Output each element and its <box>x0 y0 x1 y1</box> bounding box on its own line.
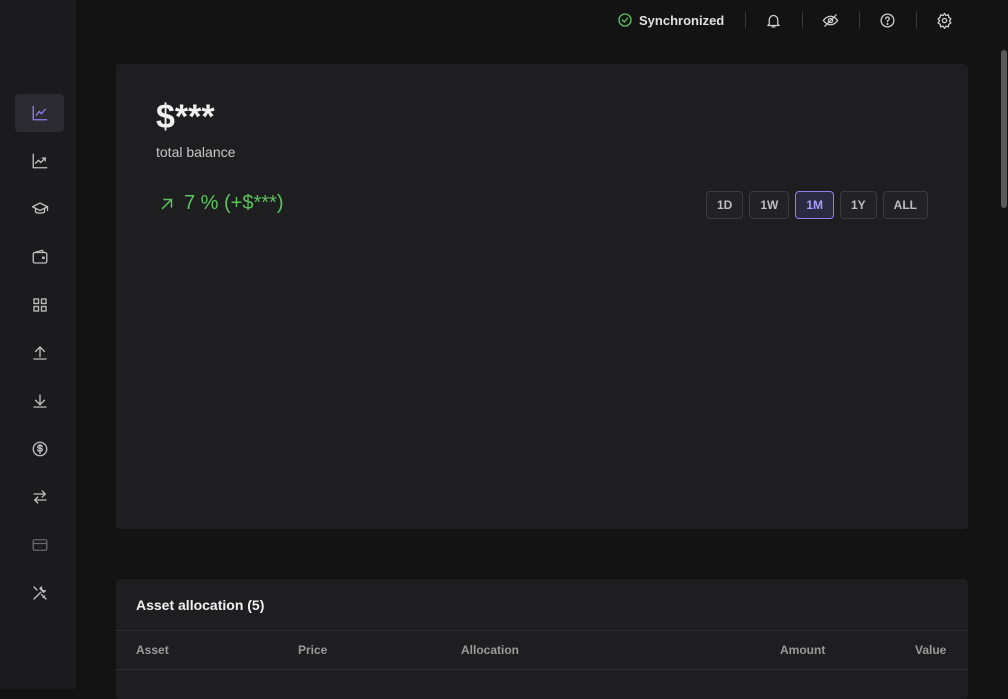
trending-chart-icon <box>32 153 47 169</box>
download-icon <box>32 394 47 408</box>
sidebar-item-send[interactable] <box>15 334 64 372</box>
bell-icon <box>766 14 780 28</box>
card-icon <box>32 539 47 551</box>
column-amount[interactable]: Amount <box>780 643 825 657</box>
sidebar-item-apps[interactable] <box>15 286 64 324</box>
sidebar <box>0 0 76 689</box>
scrollbar[interactable] <box>1000 50 1008 208</box>
help-icon <box>879 12 895 28</box>
check-circle-icon <box>618 13 632 27</box>
range-1m-button[interactable]: 1M <box>795 191 834 219</box>
range-1d-button[interactable]: 1D <box>705 191 744 219</box>
line-chart-icon <box>32 105 47 121</box>
balance-change: 7 % (+$***) <box>158 192 284 215</box>
sidebar-item-dashboard[interactable] <box>15 94 64 132</box>
scrollbar-thumb[interactable] <box>1001 50 1007 208</box>
sidebar-item-receive[interactable] <box>15 382 64 420</box>
gear-icon <box>936 12 952 29</box>
sync-status[interactable]: Synchronized <box>617 11 724 29</box>
divider <box>916 12 917 28</box>
balance-card: $*** total balance 7 % (+$***) 1D 1W 1M … <box>116 64 968 529</box>
range-1y-button[interactable]: 1Y <box>839 191 877 219</box>
time-range-selector: 1D 1W 1M 1Y ALL <box>705 191 928 219</box>
sidebar-item-market[interactable] <box>15 142 64 180</box>
divider <box>802 12 803 28</box>
asset-allocation-title: Asset allocation (5) <box>136 597 265 613</box>
column-value[interactable]: Value <box>915 643 946 657</box>
asset-allocation-card: Asset allocation (5) Asset Price Allocat… <box>116 579 968 699</box>
toggle-visibility-button[interactable] <box>819 9 841 31</box>
upload-icon <box>32 346 47 360</box>
range-all-button[interactable]: ALL <box>882 191 928 219</box>
settings-button[interactable] <box>933 9 955 31</box>
grid-icon <box>32 298 47 312</box>
swap-icon <box>32 490 47 504</box>
divider <box>745 12 746 28</box>
range-1w-button[interactable]: 1W <box>749 191 790 219</box>
divider <box>859 12 860 28</box>
sidebar-item-buy[interactable] <box>15 430 64 468</box>
column-allocation[interactable]: Allocation <box>461 643 519 657</box>
sidebar-item-accounts[interactable] <box>15 238 64 276</box>
help-button[interactable] <box>876 9 898 31</box>
sync-status-label: Synchronized <box>639 12 725 28</box>
balance-change-value: 7 % (+$***) <box>184 192 284 214</box>
sidebar-item-card[interactable] <box>15 526 64 564</box>
column-asset[interactable]: Asset <box>136 643 169 657</box>
column-price[interactable]: Price <box>298 643 327 657</box>
tools-icon <box>32 586 47 600</box>
dollar-icon <box>32 441 47 457</box>
total-balance-label: total balance <box>156 144 236 160</box>
total-balance-value: $*** <box>156 98 215 136</box>
allocation-table-header: Asset Price Allocation Amount Value <box>116 630 968 670</box>
topbar: Synchronized <box>76 0 1008 40</box>
graduation-cap-icon <box>31 202 48 214</box>
wallet-icon <box>32 249 47 264</box>
sidebar-item-manager[interactable] <box>15 574 64 612</box>
arrow-up-right-icon <box>161 198 173 209</box>
sidebar-item-learn[interactable] <box>15 190 64 228</box>
notifications-button[interactable] <box>762 9 784 31</box>
sidebar-item-swap[interactable] <box>15 478 64 516</box>
eye-off-icon <box>822 13 838 27</box>
